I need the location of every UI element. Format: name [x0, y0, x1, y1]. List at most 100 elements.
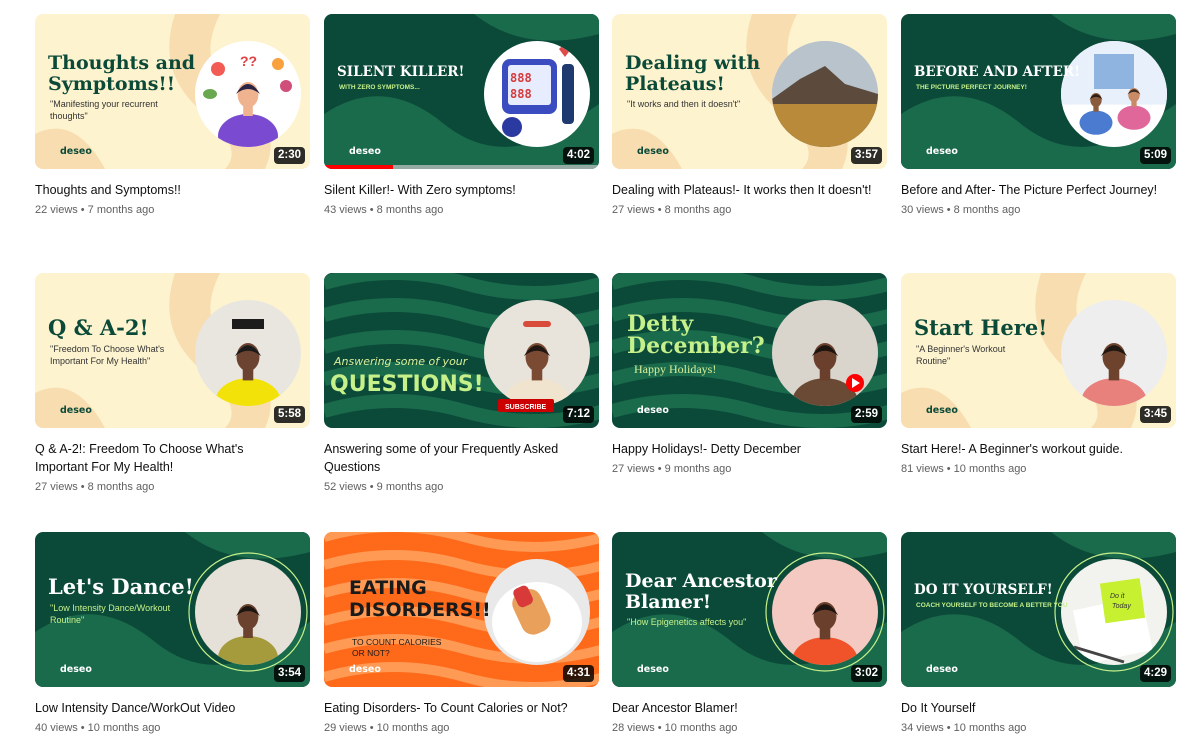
duration-badge: 2:59	[850, 406, 882, 423]
thumbnail-photo	[484, 559, 590, 665]
upload-age: 8 months ago	[664, 204, 732, 216]
thumb-headline: Blamer!	[625, 591, 711, 613]
thumbnail-photo: 888888	[484, 41, 590, 147]
video-thumbnail[interactable]: Dealing with Plateaus! "It works and then …	[612, 14, 887, 169]
duration-badge: 4:31	[562, 665, 594, 682]
separator-dot: •	[80, 204, 85, 216]
video-card: Detty December? Happy Holidays! deseo 2:59 Ha…	[612, 273, 887, 477]
thumbnail-art: ?? Thoughts andSymptoms!! "Manifesting you…	[35, 14, 310, 169]
video-card: EATING DISORDERS!! TO COUNT CALORIES OR NOT…	[324, 532, 599, 736]
upload-age: 10 months ago	[953, 463, 1027, 475]
video-thumbnail[interactable]: Let's Dance! "Low Intensity Dance/Workout…	[35, 532, 310, 687]
view-count: 34 views	[901, 722, 944, 734]
brand-logo: deseo	[637, 146, 669, 157]
video-thumbnail[interactable]: EATING DISORDERS!! TO COUNT CALORIES OR NOT…	[324, 532, 599, 687]
video-title-link[interactable]: Happy Holidays!- Detty December	[612, 440, 872, 458]
thumbnail-photo	[1061, 41, 1167, 147]
video-thumbnail[interactable]: 888 888 SILENT KILLER! WITH ZERO SYMPTOMS..…	[324, 14, 599, 169]
thumb-headline: SILENT KILLER!	[337, 64, 464, 80]
duration-badge: 4:02	[562, 147, 594, 164]
thumb-subtitle: Happy Holidays!	[634, 362, 716, 376]
thumb-subtitle: "Manifesting your recurrent	[50, 99, 158, 109]
video-thumbnail[interactable]: ?? Thoughts and Symptoms!! "Manifesting you…	[35, 14, 310, 169]
thumbnail-photo: Do it Today	[1054, 552, 1174, 672]
view-count: 27 views	[35, 481, 78, 493]
video-thumbnail[interactable]: Do it Today DO IT YOURSELF! COACH YOURSELF …	[901, 532, 1176, 687]
sticky-note-line1: Do it	[1110, 593, 1125, 600]
video-metadata: 43 views • 8 months ago	[324, 202, 599, 218]
thumb-headline: Start Here!	[914, 315, 1047, 340]
brand-logo: deseo	[926, 405, 958, 416]
video-title-link[interactable]: Start Here!- A Beginner's workout guide.	[901, 440, 1161, 458]
upload-age: 7 months ago	[87, 204, 155, 216]
separator-dot: •	[369, 481, 374, 493]
duration-badge: 3:57	[850, 147, 882, 164]
thumb-headline: December?	[627, 333, 765, 359]
video-card: 888 888 SILENT KILLER! WITH ZERO SYMPTOMS..…	[324, 14, 599, 218]
separator-dot: •	[657, 722, 662, 734]
thumb-subtitle: "Low Intensity Dance/Workout	[50, 603, 171, 613]
video-title-link[interactable]: Q & A-2!: Freedom To Choose What's Impor…	[35, 440, 295, 476]
thumb-subtitle: Answering some of your	[333, 355, 469, 368]
thumbnail-art: Start Here! "A Beginner's Workout Routine"…	[901, 273, 1176, 428]
video-title-link[interactable]: Before and After- The Picture Perfect Jo…	[901, 181, 1161, 199]
thumb-subtitle: "It works and then it doesn't"	[627, 99, 740, 109]
separator-dot: •	[369, 722, 374, 734]
video-thumbnail[interactable]: Start Here! "A Beginner's Workout Routine"…	[901, 273, 1176, 428]
thumb-subtitle: OR NOT?	[352, 648, 390, 658]
thumbnail-art: Dealing withPlateaus! "It works and then …	[612, 14, 887, 169]
thumb-subtitle: "How Epigenetics affects you"	[627, 617, 746, 627]
watch-progress-bar	[324, 165, 599, 169]
thumb-subtitle: "Freedom To Choose What's	[50, 344, 165, 354]
video-thumbnail[interactable]: Answering some of your QUESTIONS! SUBSCRIB…	[324, 273, 599, 428]
thumb-headline: Let's Dance!	[48, 574, 194, 599]
brand-logo: deseo	[60, 405, 92, 416]
video-title-link[interactable]: Do It Yourself	[901, 699, 1161, 717]
thumbnail-art: Answering some of your QUESTIONS! SUBSCRIB…	[324, 273, 599, 428]
video-metadata: 22 views • 7 months ago	[35, 202, 310, 218]
upload-age: 8 months ago	[953, 204, 1021, 216]
thumb-headline: Dealing with	[625, 52, 760, 74]
video-thumbnail[interactable]: BEFORE AND AFTER! THE PICTURE PERFECT JOU…	[901, 14, 1176, 169]
view-count: 40 views	[35, 722, 78, 734]
thumb-subtitle: Routine"	[50, 615, 84, 625]
separator-dot: •	[946, 204, 951, 216]
duration-badge: 5:58	[273, 406, 305, 423]
video-thumbnail[interactable]: Dear Ancestor Blamer! "How Epigenetics aff…	[612, 532, 887, 687]
view-count: 81 views	[901, 463, 944, 475]
brand-logo: deseo	[637, 664, 669, 675]
thumb-subtitle: THE PICTURE PERFECT JOURNEY!	[916, 84, 1027, 91]
video-card: Dealing with Plateaus! "It works and then …	[612, 14, 887, 218]
thumb-headline: QUESTIONS!	[330, 372, 484, 397]
video-thumbnail[interactable]: Q & A-2! "Freedom To Choose What's Importa…	[35, 273, 310, 428]
duration-badge: 3:02	[850, 665, 882, 682]
thumb-headline: Plateaus!	[625, 73, 725, 95]
brand-logo: deseo	[349, 664, 381, 675]
video-thumbnail[interactable]: Detty December? Happy Holidays! deseo 2:59	[612, 273, 887, 428]
separator-dot: •	[80, 722, 85, 734]
upload-age: 10 months ago	[376, 722, 450, 734]
video-title-link[interactable]: Low Intensity Dance/WorkOut Video	[35, 699, 295, 717]
thumb-headline: DO IT YOURSELF!	[914, 582, 1053, 598]
duration-badge: 3:45	[1139, 406, 1171, 423]
video-title-link[interactable]: Answering some of your Frequently Asked …	[324, 440, 584, 476]
separator-dot: •	[657, 463, 662, 475]
upload-age: 8 months ago	[376, 204, 444, 216]
svg-text:888: 888	[510, 71, 532, 85]
upload-age: 10 months ago	[953, 722, 1027, 734]
subscribe-badge: SUBSCRIBE	[505, 404, 547, 411]
view-count: 27 views	[612, 463, 655, 475]
view-count: 28 views	[612, 722, 655, 734]
video-card: Do it Today DO IT YOURSELF! COACH YOURSELF …	[901, 532, 1176, 736]
view-count: 52 views	[324, 481, 367, 493]
brand-logo: deseo	[637, 405, 669, 416]
video-title-link[interactable]: Silent Killer!- With Zero symptoms!	[324, 181, 584, 199]
video-title-link[interactable]: Dealing with Plateaus!- It works then It…	[612, 181, 872, 199]
view-count: 22 views	[35, 204, 78, 216]
thumbnail-art: BEFORE AND AFTER! THE PICTURE PERFECT JOU…	[901, 14, 1176, 169]
brand-logo: deseo	[349, 146, 381, 157]
video-title-link[interactable]: Thoughts and Symptoms!!	[35, 181, 295, 199]
video-card: BEFORE AND AFTER! THE PICTURE PERFECT JOU…	[901, 14, 1176, 218]
video-title-link[interactable]: Eating Disorders- To Count Calories or N…	[324, 699, 584, 717]
video-title-link[interactable]: Dear Ancestor Blamer!	[612, 699, 872, 717]
